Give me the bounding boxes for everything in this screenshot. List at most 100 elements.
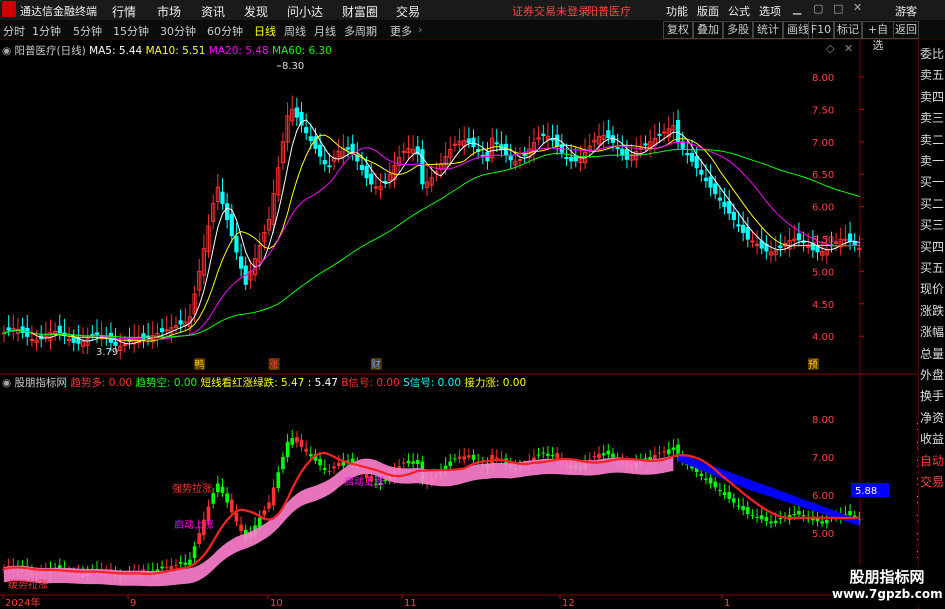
guest-user[interactable]: 游客 — [895, 3, 917, 19]
menu-gongshi[interactable]: 公式 — [728, 3, 750, 19]
sidebar-item-15[interactable]: 外盘 — [919, 365, 945, 385]
sidebar-item-16[interactable]: 换手 — [919, 386, 945, 406]
collapse-icon[interactable]: ◉ — [2, 377, 11, 389]
collapse-icon[interactable]: ◉ — [2, 45, 11, 57]
event-marker: 涨 — [269, 359, 279, 371]
tab-multi-period[interactable]: 多周期 — [344, 23, 377, 39]
ind-candle-body — [457, 456, 462, 459]
menu-banmian[interactable]: 版面 — [697, 3, 719, 19]
login-status[interactable]: 证券交易未登录 — [512, 3, 589, 19]
sidebar-item-4[interactable]: 卖二 — [919, 130, 945, 150]
ind-candle-body — [281, 457, 285, 470]
sidebar-item-12[interactable]: 涨跌 — [919, 301, 945, 321]
tab-fenshi[interactable]: 分时 — [3, 23, 25, 39]
candle-body — [6, 327, 11, 331]
sidebar-item-19[interactable]: 自动 — [919, 451, 945, 471]
menu-jiaoyi[interactable]: 交易 — [396, 3, 420, 20]
sidebar-item-10[interactable]: 买五 — [919, 258, 945, 278]
biaoji-button[interactable]: 标记 — [834, 21, 862, 39]
sidebar-item-11[interactable]: 现价 — [919, 279, 945, 299]
candle-body — [564, 156, 569, 159]
sidebar-item-17[interactable]: 净资 — [919, 408, 945, 428]
main-tick-label: 6.00 — [812, 203, 834, 214]
menu-gongneng[interactable]: 功能 — [666, 3, 688, 19]
ma10-value: MA10: 5.51 — [145, 45, 206, 57]
candle-body — [624, 149, 630, 160]
indicator-legend: ◉ 股朋指标网 趋势多: 0.00 趋势空: 0.00 短线看红涨绿跌: 5.4… — [2, 375, 526, 390]
tab-monthly[interactable]: 月线 — [314, 23, 336, 39]
tab-weekly[interactable]: 周线 — [284, 23, 306, 39]
sidebar-item-7[interactable]: 买二 — [919, 194, 945, 214]
close-icon[interactable]: ✕ — [853, 1, 862, 14]
tab-5min[interactable]: 5分钟 — [73, 23, 102, 39]
menu-wenxiaoda[interactable]: 问小达 — [287, 3, 323, 20]
ind-s-signal: S信号: 0.00 — [403, 377, 462, 389]
sidebar-item-6[interactable]: 买一 — [919, 172, 945, 192]
candle-body — [178, 320, 183, 325]
sidebar-item-3[interactable]: 卖三 — [919, 108, 945, 128]
ind-candle-body — [327, 471, 332, 473]
main-tick-label: 7.50 — [812, 105, 834, 116]
candle-body — [657, 133, 662, 136]
tab-1min[interactable]: 1分钟 — [32, 23, 61, 39]
ind-candle-body — [759, 515, 764, 520]
ind-candle-body — [666, 449, 671, 455]
tongji-button[interactable]: 统计 — [753, 21, 783, 39]
ind-candle-body — [183, 562, 188, 565]
sidebar-item-13[interactable]: 涨幅 — [919, 322, 945, 342]
menu-zixun[interactable]: 资讯 — [201, 3, 225, 20]
diejia-button[interactable]: 叠加 — [693, 21, 723, 39]
ind-candle-body — [611, 453, 615, 458]
ind-candle-body — [448, 461, 453, 467]
signal-annotation: 启动上涨 — [344, 475, 384, 488]
candle-body — [643, 143, 648, 146]
menu-hangqing[interactable]: 行情 — [112, 3, 136, 20]
tab-60min[interactable]: 60分钟 — [207, 23, 243, 39]
short-trend-line — [3, 451, 860, 576]
candle-body — [736, 224, 741, 227]
sidebar-item-0[interactable]: 委比 — [919, 44, 945, 64]
sidebar-item-9[interactable]: 买四 — [919, 237, 945, 257]
candle-body — [717, 197, 722, 201]
sidebar-item-5[interactable]: 卖一 — [919, 151, 945, 171]
tab-more[interactable]: 更多 — [390, 23, 412, 39]
tab-15min[interactable]: 15分钟 — [113, 23, 149, 39]
ind-candle-body — [755, 517, 759, 519]
menu-faxian[interactable]: 发现 — [244, 3, 268, 20]
ind-candle-body — [750, 515, 755, 517]
watermark-url: www.7gpzb.com — [832, 587, 943, 601]
menu-caifuquan[interactable]: 财富圈 — [342, 3, 378, 20]
menu-shichang[interactable]: 市场 — [157, 3, 181, 20]
fuquan-button[interactable]: 复权 — [663, 21, 693, 39]
back-button[interactable]: 返回 — [893, 21, 919, 39]
current-value-label: 5.88 — [855, 486, 877, 497]
ind-tick-label: 7.00 — [812, 453, 834, 464]
tab-30min[interactable]: 30分钟 — [160, 23, 196, 39]
candle-body — [713, 183, 718, 195]
menu-xuanxiang[interactable]: 选项 — [759, 3, 781, 19]
chart-area[interactable]: 5.88强势拉涨启动上涨启动上涨缓势拉涨 8.007.507.006.506.0… — [0, 40, 918, 609]
sidebar-item-20[interactable]: 交易 — [919, 472, 945, 492]
ind-candle-body — [276, 472, 281, 489]
candle-body — [159, 328, 165, 333]
candle-body — [359, 164, 365, 171]
f10-button[interactable]: F10 — [808, 21, 834, 39]
sidebar-item-8[interactable]: 买三 — [919, 215, 945, 235]
tab-daily[interactable]: 日线 — [254, 23, 276, 39]
sidebar-item-14[interactable]: 总量 — [919, 344, 945, 364]
sidebar-item-1[interactable]: 卖五 — [919, 65, 945, 85]
ind-candle-body — [792, 514, 797, 516]
restore-icon[interactable]: ▢ — [813, 2, 823, 15]
sidebar-item-2[interactable]: 卖四 — [919, 87, 945, 107]
add-watchlist-button[interactable]: +自选 — [862, 21, 894, 52]
candle-body — [327, 165, 332, 168]
main-tick-label: 4.00 — [812, 332, 834, 343]
sidebar-item-18[interactable]: 收益 — [919, 429, 945, 449]
ind-candle-body — [606, 450, 611, 455]
maximize-icon[interactable]: □ — [833, 2, 843, 15]
ind-relay-up: 接力涨: 0.00 — [464, 377, 527, 389]
duogu-button[interactable]: 多股 — [723, 21, 753, 39]
more-chevron-icon[interactable]: › — [418, 23, 422, 36]
minimize-icon[interactable]: ▁ — [793, 2, 801, 15]
candle-body — [20, 326, 25, 334]
